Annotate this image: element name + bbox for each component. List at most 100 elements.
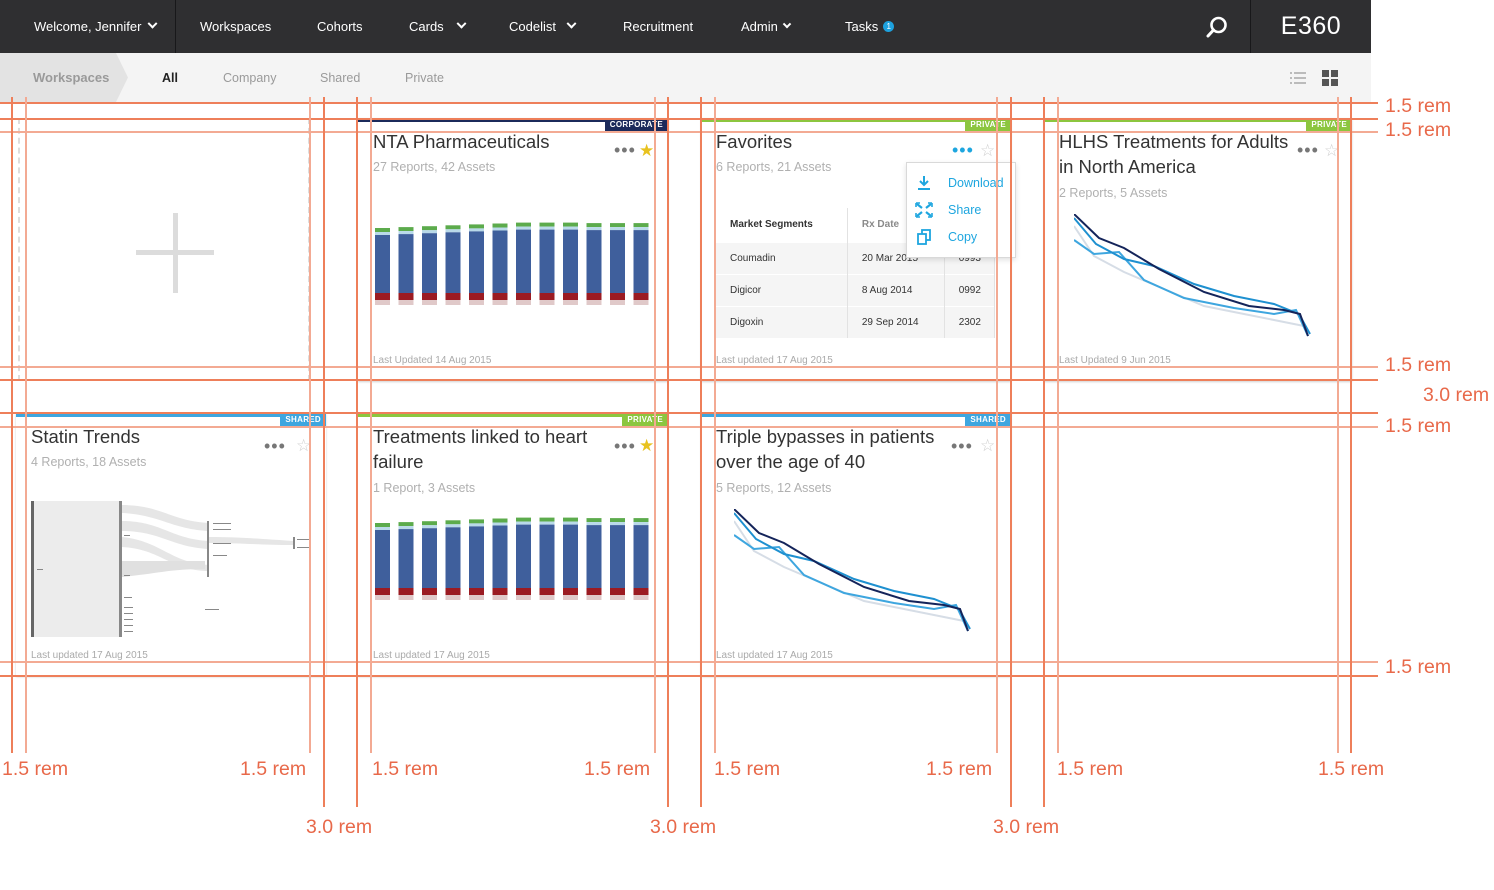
- workspace-card[interactable]: SHARED Triple bypasses in patients over …: [701, 413, 1011, 676]
- filter-all[interactable]: All: [162, 53, 178, 102]
- series-line: [1074, 239, 1309, 337]
- card-type-badge: SHARED: [280, 413, 326, 426]
- more-options-icon[interactable]: •••: [1297, 141, 1319, 159]
- bar-segment: [398, 529, 414, 588]
- bar-segment: [586, 595, 602, 600]
- list-view-icon[interactable]: [1290, 70, 1306, 86]
- nav-workspaces-label: Workspaces: [200, 19, 272, 34]
- search-button[interactable]: [1183, 0, 1250, 53]
- table-cell: 29 Sep 2014: [847, 305, 945, 338]
- spec-label: 1.5 rem: [1057, 758, 1124, 780]
- card-options-menu: Download Share Copy: [906, 162, 1016, 258]
- more-options-icon[interactable]: •••: [952, 141, 974, 159]
- menu-item-copy[interactable]: Copy: [915, 226, 977, 248]
- bar-segment: [633, 300, 649, 305]
- more-options-icon[interactable]: •••: [264, 437, 286, 455]
- filter-company[interactable]: Company: [223, 53, 277, 102]
- bar-segment: [586, 588, 602, 595]
- spec-guide: [25, 97, 27, 753]
- bar-segment: [422, 300, 437, 305]
- star-outline-icon[interactable]: ☆: [980, 142, 995, 159]
- bar-segment: [516, 524, 531, 588]
- menu-item-download[interactable]: Download: [915, 172, 1004, 194]
- nav-recruitment[interactable]: Recruitment: [623, 0, 693, 53]
- star-icon[interactable]: ★: [639, 142, 654, 159]
- bar-segment: [633, 588, 649, 595]
- bar-segment: [469, 231, 484, 293]
- bar-segment: [398, 227, 414, 232]
- user-menu[interactable]: Welcome, Jennifer: [0, 0, 176, 53]
- workspace-card[interactable]: CORPORATE NTA Pharmaceuticals 27 Reports…: [358, 118, 668, 381]
- nav-cards[interactable]: Cards: [409, 0, 467, 53]
- card-meta: 6 Reports, 21 Assets: [716, 160, 832, 174]
- series-line: [1074, 214, 1309, 337]
- add-workspace-card[interactable]: [18, 118, 310, 381]
- bar-segment: [445, 524, 461, 528]
- spec-guide: [309, 97, 311, 753]
- bar-segment: [633, 525, 649, 588]
- bar-segment: [633, 227, 649, 231]
- card-title[interactable]: HLHS Treatments for Adults in North Amer…: [1059, 129, 1294, 179]
- bar-segment: [516, 595, 531, 600]
- bar-segment: [398, 293, 414, 300]
- table-row: Digoxin 29 Sep 2014 2302: [716, 305, 996, 338]
- filter-shared[interactable]: Shared: [320, 53, 360, 102]
- nav-cards-label: Cards: [409, 19, 444, 34]
- spec-guide: [0, 675, 1378, 677]
- card-updated: Last Updated 14 Aug 2015: [373, 355, 492, 366]
- table-cell: 2302: [944, 305, 996, 338]
- bar-segment: [516, 521, 531, 525]
- share-icon: [915, 202, 933, 218]
- filter-bar: Workspaces All Company Shared Private: [0, 53, 1371, 102]
- bar-segment: [539, 524, 555, 588]
- table-cell: Digicor: [716, 273, 848, 306]
- bar-segment: [398, 300, 414, 305]
- bar-segment: [492, 525, 508, 588]
- bar-segment: [398, 588, 414, 595]
- nav-tasks[interactable]: Tasks 1: [845, 0, 895, 53]
- filter-private[interactable]: Private: [405, 53, 444, 102]
- spec-label: 3.0 rem: [306, 816, 373, 838]
- bar-segment: [586, 518, 602, 523]
- nav-workspaces[interactable]: Workspaces: [200, 0, 271, 53]
- workspace-card[interactable]: SHARED Statin Trends 4 Reports, 18 Asset…: [16, 413, 326, 676]
- spec-guide: [654, 97, 656, 753]
- grid-view-icon[interactable]: [1322, 70, 1338, 86]
- menu-item-label: Share: [948, 203, 982, 217]
- spec-guide: [11, 97, 13, 753]
- spec-label: 1.5 rem: [2, 758, 69, 780]
- star-icon[interactable]: ★: [639, 437, 654, 454]
- card-title[interactable]: Treatments linked to heart failure: [373, 424, 608, 474]
- bar-segment: [375, 232, 390, 235]
- more-options-icon[interactable]: •••: [614, 141, 636, 159]
- spec-label: 3.0 rem: [993, 816, 1060, 838]
- top-navigation: Welcome, Jennifer Workspaces Cohorts Car…: [0, 0, 1371, 53]
- table-cell: 8 Aug 2014: [847, 273, 945, 306]
- spec-guide: [714, 97, 716, 753]
- table-cell: Digoxin: [716, 305, 848, 338]
- brand-logo[interactable]: E360: [1250, 0, 1371, 53]
- spec-guide: [667, 97, 669, 807]
- bar-segment: [563, 521, 578, 525]
- menu-item-share[interactable]: Share: [915, 199, 981, 221]
- nav-cohorts[interactable]: Cohorts: [317, 0, 363, 53]
- more-options-icon[interactable]: •••: [951, 437, 973, 455]
- card-meta: 5 Reports, 12 Assets: [716, 481, 832, 495]
- nav-codelist[interactable]: Codelist: [509, 0, 577, 53]
- bar-segment: [516, 517, 531, 522]
- bar-segment: [422, 525, 437, 529]
- workspace-card[interactable]: PRIVATE HLHS Treatments for Adults in No…: [1044, 118, 1352, 381]
- more-options-icon[interactable]: •••: [614, 437, 636, 455]
- card-title[interactable]: Triple bypasses in patients over the age…: [716, 424, 951, 474]
- bar-segment: [492, 227, 508, 231]
- nav-admin[interactable]: Admin: [741, 0, 792, 53]
- breadcrumb[interactable]: Workspaces: [0, 53, 128, 102]
- bar-segment: [610, 300, 625, 305]
- workspace-card[interactable]: PRIVATE Treatments linked to heart failu…: [358, 413, 668, 676]
- series-line: [1074, 217, 1311, 335]
- star-outline-icon[interactable]: ☆: [980, 437, 995, 454]
- stacked-bar-chart: [375, 222, 649, 305]
- bar-segment: [539, 595, 555, 600]
- bar-segment: [539, 588, 555, 595]
- nav-tasks-label: Tasks: [845, 19, 879, 34]
